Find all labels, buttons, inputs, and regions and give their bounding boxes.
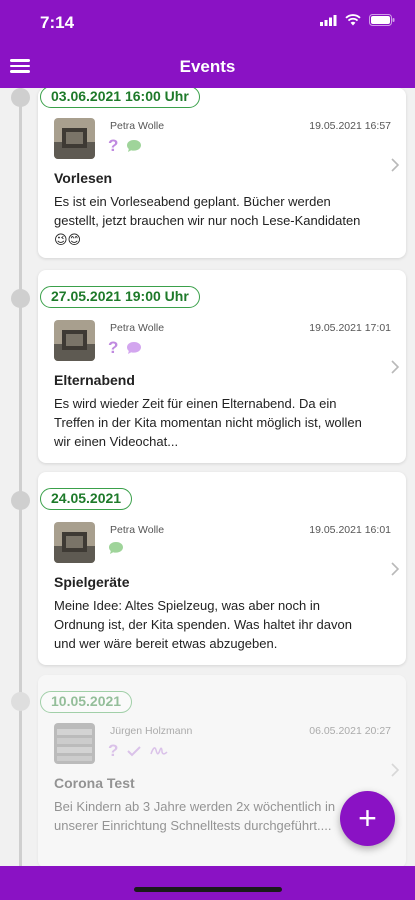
chat-icon[interactable]: [108, 541, 124, 555]
event-text: Es ist ein Vorleseabend geplant. Bücher …: [54, 194, 361, 247]
event-text: Es wird wieder Zeit für einen Elternaben…: [54, 396, 362, 449]
question-icon[interactable]: ?: [108, 137, 118, 154]
event-card[interactable]: Petra Wolle 19.05.2021 16:57 ? Vorlesen …: [38, 88, 406, 258]
events-timeline[interactable]: Petra Wolle 19.05.2021 16:57 ? Vorlesen …: [0, 88, 415, 866]
event-title: Corona Test: [54, 775, 135, 791]
page-title: Events: [179, 57, 236, 76]
event-actions: ?: [108, 742, 168, 759]
plus-icon: +: [358, 800, 377, 836]
timeline-dot: [11, 692, 30, 711]
status-bar: 7:14: [0, 0, 415, 44]
event-timestamp: 19.05.2021 16:57: [309, 120, 391, 132]
timeline-dot: [11, 289, 30, 308]
app-bar: Events: [0, 44, 415, 88]
question-icon[interactable]: ?: [108, 742, 118, 759]
avatar: [54, 522, 95, 563]
chevron-right-icon: [391, 158, 400, 172]
home-indicator[interactable]: [134, 887, 282, 892]
signature-icon[interactable]: [150, 744, 168, 758]
avatar: [54, 118, 95, 159]
avatar: [54, 320, 95, 361]
add-event-button[interactable]: +: [340, 791, 395, 846]
event-actions: ?: [108, 137, 142, 154]
battery-icon: [369, 14, 395, 26]
chat-icon[interactable]: [126, 139, 142, 153]
event-author: Petra Wolle: [110, 524, 165, 536]
event-actions: ?: [108, 339, 142, 356]
chevron-right-icon: [391, 763, 400, 777]
check-icon[interactable]: [126, 744, 142, 758]
event-text: Meine Idee: Altes Spielzeug, was aber no…: [54, 598, 352, 651]
chevron-right-icon: [391, 562, 400, 576]
event-author: Jürgen Holzmann: [110, 725, 193, 737]
event-date-badge: 24.05.2021: [40, 488, 133, 510]
timeline-dot: [11, 491, 30, 510]
bottom-bar: [0, 866, 415, 900]
timeline-line: [19, 88, 22, 866]
chevron-right-icon: [391, 360, 400, 374]
event-timestamp: 19.05.2021 17:01: [309, 322, 391, 334]
status-time: 7:14: [40, 13, 75, 32]
event-date-badge: 03.06.2021 16:00 Uhr: [40, 88, 200, 108]
status-icons: [320, 14, 395, 26]
event-title: Elternabend: [54, 372, 135, 388]
event-date-badge: 10.05.2021: [40, 691, 133, 713]
event-timestamp: 19.05.2021 16:01: [309, 524, 391, 536]
event-author: Petra Wolle: [110, 120, 165, 132]
event-text: Bei Kindern ab 3 Jahre werden 2x wöchent…: [54, 799, 336, 833]
event-actions: [108, 541, 124, 555]
event-title: Vorlesen: [54, 170, 113, 186]
event-timestamp: 06.05.2021 20:27: [309, 725, 391, 737]
signal-icon: [320, 14, 337, 26]
question-icon[interactable]: ?: [108, 339, 118, 356]
event-title: Spielgeräte: [54, 574, 130, 590]
wifi-icon: [345, 14, 361, 26]
chat-icon[interactable]: [126, 341, 142, 355]
avatar: [54, 723, 95, 764]
event-date-badge: 27.05.2021 19:00 Uhr: [40, 286, 200, 308]
timeline-dot: [11, 88, 30, 107]
event-author: Petra Wolle: [110, 322, 165, 334]
